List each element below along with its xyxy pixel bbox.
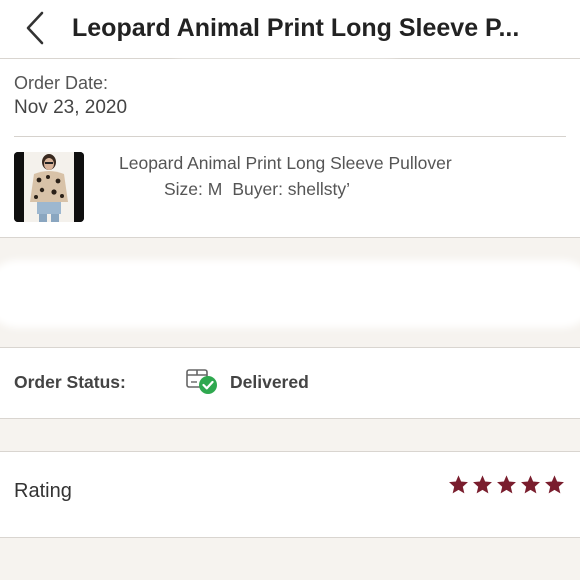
redacted-area xyxy=(368,183,428,203)
product-thumbnail[interactable] xyxy=(14,152,84,222)
order-summary-card: Order Date: Nov 23, 2020 Leopard Animal … xyxy=(0,59,580,238)
order-status-label: Order Status: xyxy=(14,372,126,392)
star-icon xyxy=(449,475,468,494)
star-icon xyxy=(521,475,540,494)
rating-stars xyxy=(448,474,565,495)
rating-label: Rating xyxy=(14,480,72,502)
package-delivered-icon xyxy=(186,369,217,394)
redacted-section xyxy=(0,238,580,348)
star-icon xyxy=(497,475,516,494)
order-date-label: Order Date: xyxy=(14,73,109,93)
star-icon xyxy=(473,475,492,494)
order-details-screen: Leopard Animal Print Long Sleeve P... Or… xyxy=(0,0,580,580)
section-spacer xyxy=(0,419,580,451)
section-spacer xyxy=(0,538,580,580)
order-status-row: Order Status: Delivered xyxy=(0,348,580,419)
product-name[interactable]: Leopard Animal Print Long Sleeve Pullove… xyxy=(119,153,452,174)
divider xyxy=(14,136,566,137)
order-status-value: Delivered xyxy=(230,372,309,392)
redacted-area xyxy=(0,266,580,322)
product-buyer[interactable]: Buyer: shellsty’ xyxy=(232,179,350,199)
order-date-value: Nov 23, 2020 xyxy=(14,97,128,118)
star-icon xyxy=(545,475,564,494)
back-button[interactable] xyxy=(18,8,52,48)
top-nav-bar: Leopard Animal Print Long Sleeve P... xyxy=(0,0,580,59)
product-image xyxy=(14,152,84,222)
chevron-left-icon xyxy=(26,11,44,45)
product-meta: Size: M Buyer: shellsty’ xyxy=(164,179,350,200)
page-title: Leopard Animal Print Long Sleeve P... xyxy=(72,14,520,42)
redacted-area xyxy=(170,67,400,97)
product-size: Size: M xyxy=(164,179,223,199)
rating-row: Rating xyxy=(0,451,580,538)
